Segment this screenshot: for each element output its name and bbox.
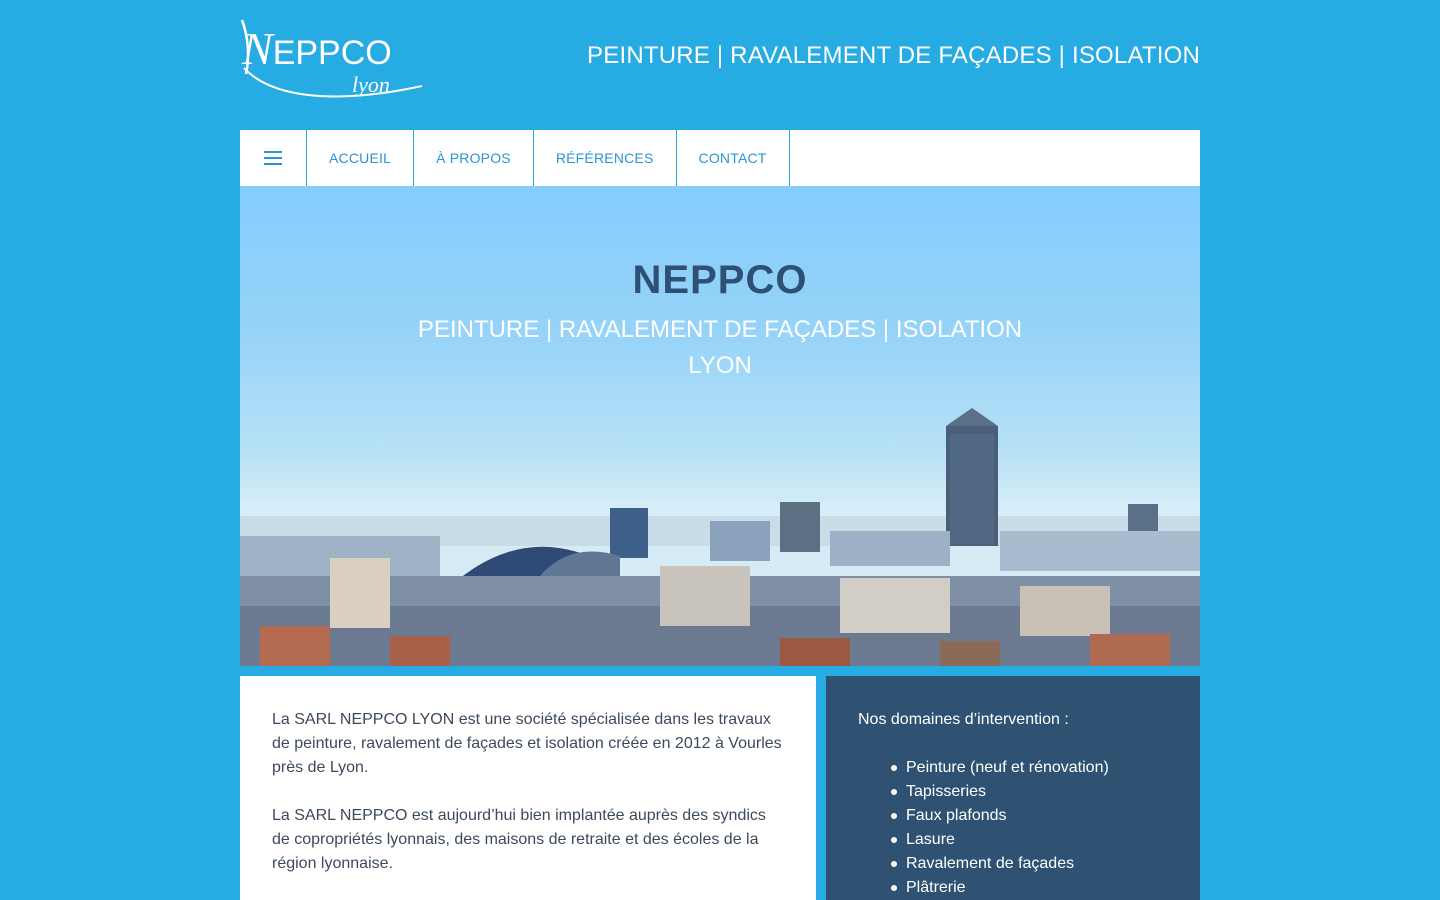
nav-item-label: À PROPOS: [436, 150, 511, 166]
nav-item-accueil[interactable]: ACCUEIL: [307, 130, 415, 186]
domains-list: Peinture (neuf et rénovation) Tapisserie…: [858, 756, 1168, 900]
hero-subtitle-line-1: PEINTURE | RAVALEMENT DE FAÇADES | ISOLA…: [417, 316, 1023, 343]
nav-item-references[interactable]: RÉFÉRENCES: [534, 130, 677, 186]
bullet-icon: [891, 885, 897, 891]
logo-rest: EPPCO: [272, 34, 392, 72]
bullet-icon: [891, 789, 897, 795]
hero-subtitle-line-2: LYON: [688, 352, 752, 379]
nav-item-label: ACCUEIL: [329, 150, 392, 166]
list-item-label: Lasure: [906, 831, 955, 848]
list-item-label: Peinture (neuf et rénovation): [906, 759, 1109, 776]
bullet-icon: [891, 813, 897, 819]
bullet-icon: [891, 861, 897, 867]
menu-toggle-button[interactable]: [240, 130, 307, 186]
logo-subtitle: lyon: [352, 72, 390, 97]
nav-item-a-propos[interactable]: À PROPOS: [414, 130, 534, 186]
list-item-label: Ravalement de façades: [906, 855, 1075, 872]
logo-wordmark: NEPPCO: [242, 22, 392, 75]
nav-item-label: CONTACT: [698, 150, 767, 166]
domains-panel: Nos domaines d’intervention : Peinture (…: [826, 676, 1200, 900]
intro-paragraph-1: La SARL NEPPCO LYON est une société spéc…: [272, 711, 782, 776]
hamburger-menu-icon: [264, 151, 282, 165]
domains-heading: Nos domaines d’intervention :: [858, 711, 1069, 728]
hero-subtitle: PEINTURE | RAVALEMENT DE FAÇADES | ISOLA…: [240, 312, 1200, 384]
nav-item-label: RÉFÉRENCES: [555, 150, 654, 166]
bullet-icon: [891, 837, 897, 843]
main-navigation: ACCUEIL À PROPOS RÉFÉRENCES CONTACT: [240, 130, 1200, 186]
list-item-label: Tapisseries: [906, 783, 987, 800]
hero-banner: NEPPCO PEINTURE | RAVALEMENT DE FAÇADES …: [240, 186, 1200, 666]
hero-title: NEPPCO: [632, 258, 808, 302]
nav-item-contact[interactable]: CONTACT: [677, 130, 790, 186]
list-item: Lasure: [891, 828, 1168, 852]
logo[interactable]: NEPPCO lyon: [240, 16, 430, 106]
intro-paragraph-2: La SARL NEPPCO est aujourd’hui bien impl…: [272, 807, 766, 872]
list-item: Tapisseries: [891, 780, 1168, 804]
intro-panel: La SARL NEPPCO LYON est une société spéc…: [240, 676, 816, 900]
bullet-icon: [891, 765, 897, 771]
list-item: Faux plafonds: [891, 804, 1168, 828]
list-item: Plâtrerie: [891, 876, 1168, 900]
list-item: Peinture (neuf et rénovation): [891, 756, 1168, 780]
logo-initial: N: [242, 23, 273, 74]
list-item-label: Faux plafonds: [906, 807, 1007, 824]
header-tagline: PEINTURE | RAVALEMENT DE FAÇADES | ISOLA…: [587, 42, 1200, 69]
page-wrapper: NEPPCO lyon PEINTURE | RAVALEMENT DE FAÇ…: [240, 0, 1200, 900]
list-item-label: Plâtrerie: [906, 879, 966, 896]
list-item: Ravalement de façades: [891, 852, 1168, 876]
